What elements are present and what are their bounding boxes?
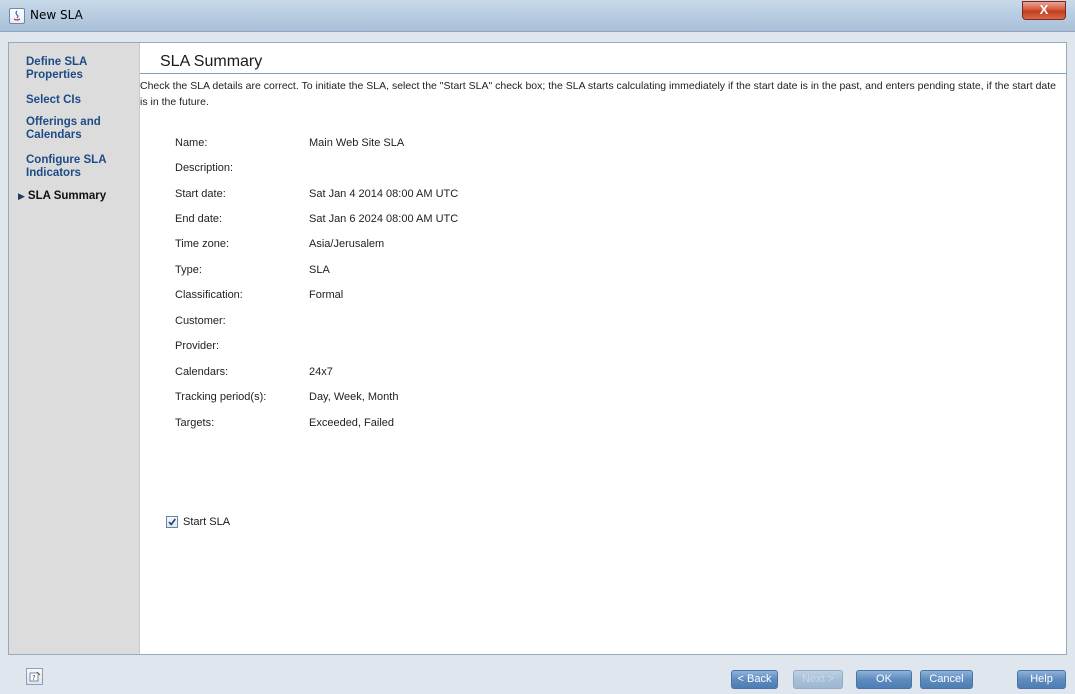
close-icon: X xyxy=(1039,2,1049,17)
close-window-button[interactable]: X xyxy=(1022,1,1066,20)
field-label: Customer: xyxy=(175,315,226,327)
field-label: Calendars: xyxy=(175,366,229,378)
field-label: Provider: xyxy=(175,340,220,352)
window-titlebar: New SLA X xyxy=(0,0,1075,32)
step-define-sla-properties[interactable]: Define SLA Properties xyxy=(26,56,136,82)
current-step-arrow-icon: ▶ xyxy=(18,191,25,201)
field-value: Asia/Jerusalem xyxy=(309,238,385,250)
page-description: Check the SLA details are correct. To in… xyxy=(140,80,1057,108)
field-value: 24x7 xyxy=(309,366,333,378)
back-button[interactable]: < Back xyxy=(731,670,778,689)
field-label: Classification: xyxy=(175,289,243,301)
field-value: SLA xyxy=(309,264,330,276)
field-label: End date: xyxy=(175,213,223,225)
ok-button[interactable]: OK xyxy=(856,670,912,689)
start-sla-label[interactable]: Start SLA xyxy=(183,516,230,528)
step-sla-summary[interactable]: ▶ SLA Summary xyxy=(18,190,128,203)
field-value: Formal xyxy=(309,289,344,301)
field-label: Tracking period(s): xyxy=(175,391,267,403)
field-value: Day, Week, Month xyxy=(309,391,399,403)
help-button[interactable]: Help xyxy=(1017,670,1066,689)
main-content: SLA Summary Check the SLA details are co… xyxy=(140,43,1066,654)
field-label: Type: xyxy=(175,264,202,276)
window-title: New SLA xyxy=(30,8,83,22)
field-label: Time zone: xyxy=(175,238,230,250)
field-label: Name: xyxy=(175,137,208,149)
field-value: Exceeded, Failed xyxy=(309,417,394,429)
next-button[interactable]: Next > xyxy=(793,670,843,689)
cancel-button[interactable]: Cancel xyxy=(920,670,973,689)
checkmark-icon xyxy=(168,518,176,526)
wizard-button-bar: ? < Back Next > OK Cancel Help xyxy=(0,660,1075,694)
field-value: Sat Jan 4 2014 08:00 AM UTC xyxy=(309,188,459,200)
field-value: Main Web Site SLA xyxy=(309,137,405,149)
field-label: Start date: xyxy=(175,188,226,200)
field-label: Description: xyxy=(175,162,234,174)
step-configure-sla-indicators[interactable]: Configure SLA Indicators xyxy=(26,154,136,180)
step-offerings-and-calendars[interactable]: Offerings and Calendars xyxy=(26,116,136,142)
title-divider xyxy=(140,73,1066,74)
context-help-icon[interactable]: ? xyxy=(26,668,43,685)
page-title: SLA Summary xyxy=(160,53,263,70)
step-select-cis[interactable]: Select CIs xyxy=(26,94,136,107)
start-sla-checkbox[interactable] xyxy=(166,516,178,528)
step-sla-summary-label: SLA Summary xyxy=(27,190,107,202)
field-value: Sat Jan 6 2024 08:00 AM UTC xyxy=(309,213,459,225)
svg-text:?: ? xyxy=(32,674,36,682)
wizard-frame: Define SLA Properties Select CIs Offerin… xyxy=(8,42,1067,655)
wizard-steps-sidebar: Define SLA Properties Select CIs Offerin… xyxy=(9,43,140,654)
java-app-icon xyxy=(9,8,25,24)
field-label: Targets: xyxy=(175,417,215,429)
